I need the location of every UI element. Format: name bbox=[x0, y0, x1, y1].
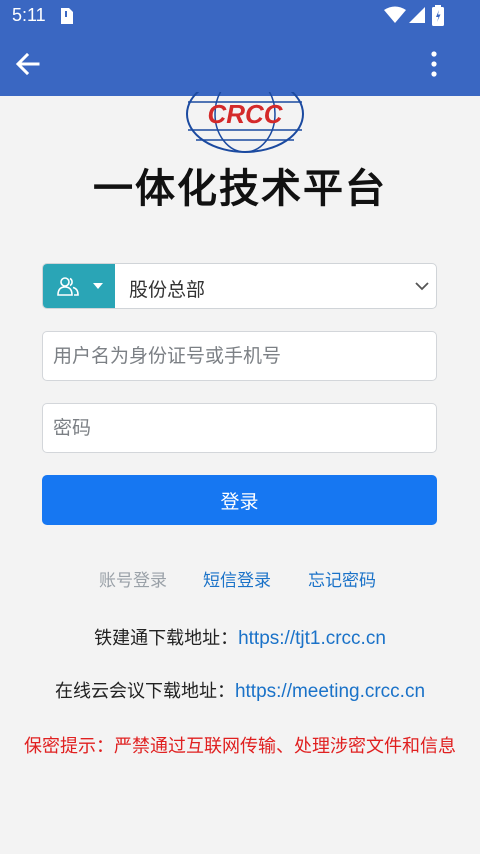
sms-login-link[interactable]: 短信登录 bbox=[203, 566, 271, 591]
password-field[interactable] bbox=[42, 403, 437, 453]
account-login-link[interactable]: 账号登录 bbox=[99, 566, 167, 591]
chevron-down-icon bbox=[415, 282, 429, 291]
wifi-icon bbox=[384, 6, 406, 23]
caret-down-icon bbox=[93, 283, 103, 289]
meeting-download-row: 在线云会议下载地址：https://meeting.crcc.cn bbox=[0, 677, 480, 703]
crcc-logo: CRCC bbox=[186, 92, 304, 153]
more-vertical-icon[interactable] bbox=[424, 48, 444, 80]
signal-icon bbox=[409, 7, 425, 23]
org-dropdown-button[interactable] bbox=[43, 264, 115, 308]
tjt-download-row: 铁建通下载地址：https://tjt1.crcc.cn bbox=[0, 624, 480, 650]
security-notice: 保密提示：严禁通过互联网传输、处理涉密文件和信息 bbox=[24, 736, 456, 757]
username-field[interactable] bbox=[42, 331, 437, 381]
org-select-value: 股份总部 bbox=[129, 279, 206, 301]
status-bar: 5:11 bbox=[0, 0, 480, 32]
app-bar bbox=[0, 32, 480, 96]
page-title: 一体化技术平台 bbox=[93, 166, 387, 212]
login-links: 账号登录 短信登录 忘记密码 bbox=[0, 566, 480, 591]
battery-icon bbox=[432, 5, 444, 26]
forgot-password-link[interactable]: 忘记密码 bbox=[308, 566, 376, 591]
tjt-download-link[interactable]: https://tjt1.crcc.cn bbox=[238, 628, 386, 649]
users-icon bbox=[57, 277, 79, 296]
arrow-left-icon[interactable] bbox=[12, 48, 44, 80]
meeting-download-link[interactable]: https://meeting.crcc.cn bbox=[235, 681, 425, 702]
sim-icon bbox=[61, 8, 73, 24]
meeting-download-label: 在线云会议下载地址： bbox=[54, 681, 235, 702]
logo-text: CRCC bbox=[207, 99, 283, 129]
status-time: 5:11 bbox=[12, 5, 46, 25]
login-button[interactable]: 登录 bbox=[42, 475, 437, 525]
org-select[interactable]: 股份总部 bbox=[42, 263, 437, 309]
tjt-download-label: 铁建通下载地址： bbox=[94, 628, 239, 649]
